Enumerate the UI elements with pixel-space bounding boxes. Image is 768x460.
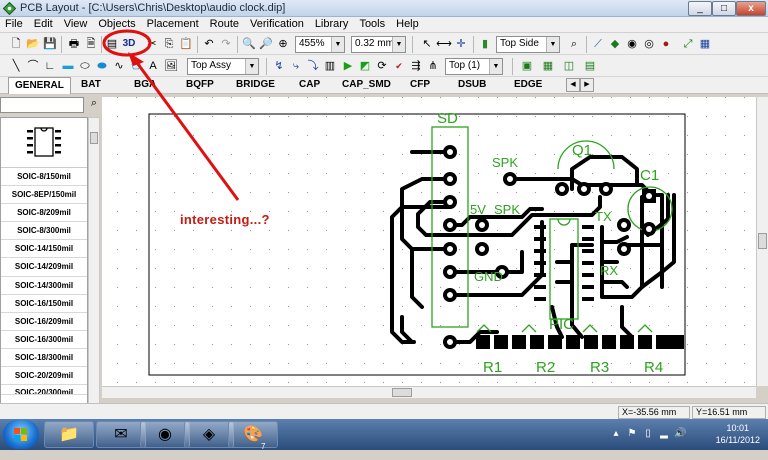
clock-time: 10:01 [726,423,750,433]
status-x-coordinate: X=-35.56 mm [618,406,690,419]
status-bar: X=-35.56 mm Y=16.51 mm [0,403,768,419]
annotation-text: interesting...? [180,212,270,227]
annotation-arrow [133,59,240,201]
pcb-layout-taskbar-icon[interactable]: ◈ [184,421,234,448]
paint-taskbar-icon[interactable]: 🎨 7 [228,421,278,451]
annotation-overlay [102,29,240,201]
annotation-circle [102,29,152,57]
windows-logo-icon [14,428,27,441]
explorer-taskbar-icon[interactable]: 📁 [44,421,94,448]
battery-icon[interactable]: ▯ [642,428,654,440]
taskbar-group-count: 7 [261,442,266,451]
clock[interactable]: 10:01 16/11/2012 [716,422,760,446]
status-y-coordinate: Y=16.51 mm [692,406,766,419]
action-center-flag-icon[interactable]: ⚑ [626,428,638,440]
start-button[interactable] [3,420,39,449]
system-tray: ▴ ⚑ ▯ ▂ 🔊 10:01 16/11/2012 [600,419,768,450]
thunderbird-taskbar-icon[interactable]: ✉ [96,421,146,448]
windows-taskbar: 📁 ✉ ◉ ◈ 🎨 7 ▴ ⚑ ▯ ▂ 🔊 10:01 16/11/2012 [0,419,768,451]
show-hidden-icons-icon[interactable]: ▴ [610,428,622,440]
chrome-taskbar-icon[interactable]: ◉ [140,421,190,448]
clock-date: 16/11/2012 [715,435,760,445]
network-signal-icon[interactable]: ▂ [658,428,670,440]
volume-icon[interactable]: 🔊 [674,428,686,440]
